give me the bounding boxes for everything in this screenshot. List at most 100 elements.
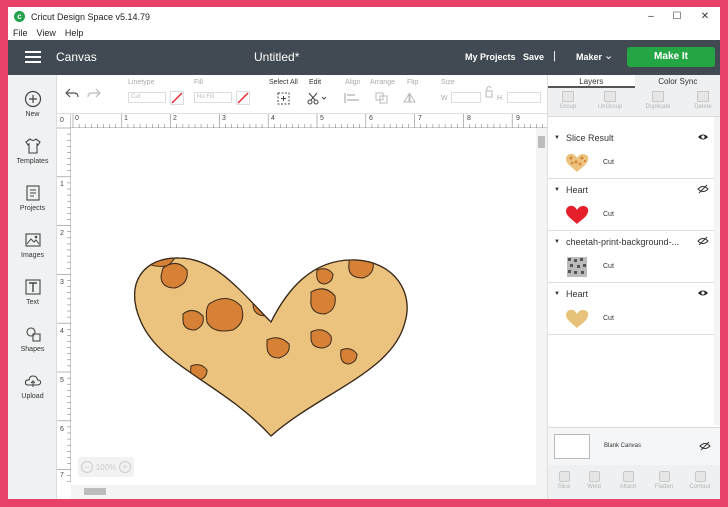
layer-row[interactable]: ▼ Heart Cut [548,179,714,231]
expand-triangle-icon[interactable]: ▼ [554,239,560,245]
scroll-thumb[interactable] [538,136,545,148]
layer-tools: Group UnGroup Duplicate Delete [548,88,720,117]
height-input[interactable] [507,92,541,103]
sidebar-item-projects[interactable]: Projects [8,183,57,212]
design-canvas[interactable] [71,128,547,482]
chevron-down-icon[interactable]: ⌄ [604,49,613,62]
slice-icon [558,471,570,482]
left-sidebar: New Templates Projects Images Text Shape… [8,75,57,499]
title-bar: c Cricut Design Space v5.14.79 – ☐ ✕ [8,7,720,26]
arrange-icon[interactable] [375,92,393,104]
select-all-icon[interactable] [277,92,290,105]
ruler-number: 4 [271,115,275,122]
width-input[interactable] [451,92,481,103]
tool-label: Flatten [654,484,674,490]
layer-operation[interactable]: Cut [603,211,614,218]
attach-button[interactable]: Attach [612,471,644,490]
sidebar-item-templates[interactable]: Templates [8,136,57,165]
sidebar-item-images[interactable]: Images [8,230,57,259]
layer-row[interactable]: ▼ cheetah-print-background-... Cut [548,231,714,283]
sidebar-item-upload[interactable]: Upload [8,371,57,400]
expand-triangle-icon[interactable]: ▼ [554,291,560,297]
tab-color-sync[interactable]: Color Sync [634,75,720,88]
hidden-eye-icon[interactable] [699,441,711,451]
section-title: Canvas [56,50,97,64]
horizontal-scrollbar[interactable] [71,485,547,499]
menu-help[interactable]: Help [65,28,84,38]
redo-icon[interactable] [87,87,101,99]
leopard-heart-design[interactable] [71,128,547,482]
projects-icon [23,183,43,203]
sidebar-label: Templates [16,158,49,165]
sidebar-label: Images [21,252,44,259]
vertical-scrollbar[interactable] [536,128,547,485]
machine-selector[interactable]: Maker [576,52,602,62]
duplicate-button[interactable]: Duplicate [643,91,673,110]
fill-select[interactable]: No Fill [194,92,232,103]
contour-button[interactable]: Contour [684,471,716,490]
layer-operation[interactable]: Cut [603,315,614,322]
flip-icon[interactable] [403,92,421,104]
layer-row[interactable]: ▼ Heart Cut [548,283,714,335]
menu-file[interactable]: File [13,28,28,38]
sidebar-label: New [25,111,40,118]
visible-eye-icon[interactable] [697,288,709,298]
edit-scissors-icon[interactable] [307,92,327,105]
panel-tabs: Layers Color Sync [548,75,720,88]
arrange-label: Arrange [370,79,395,86]
flatten-button[interactable]: Flatten [648,471,680,490]
layer-thumbnail [567,257,587,277]
layer-name: Slice Result [566,133,614,143]
hidden-eye-icon[interactable] [697,236,709,246]
menu-view[interactable]: View [37,28,56,38]
visible-eye-icon[interactable] [697,132,709,142]
sidebar-item-shapes[interactable]: Shapes [8,324,57,353]
tab-layers[interactable]: Layers [548,75,635,88]
blank-canvas-row[interactable]: Blank Canvas [548,427,720,465]
ruler-number: 8 [467,115,471,122]
shirt-icon [23,136,43,156]
ruler-horizontal: 0 1 2 3 4 5 6 7 8 9 [71,114,547,128]
save-button[interactable]: Save [523,52,544,62]
my-projects-link[interactable]: My Projects [465,52,516,62]
undo-icon[interactable] [65,87,79,99]
hidden-eye-icon[interactable] [697,184,709,194]
layer-operation[interactable]: Cut [603,159,614,166]
hamburger-menu-icon[interactable] [25,51,41,63]
scroll-thumb[interactable] [84,488,106,495]
group-button[interactable]: Group [553,91,583,110]
sidebar-label: Text [26,299,39,306]
zoom-out-button[interactable]: − [81,461,93,473]
header-separator: | [553,50,556,62]
align-icon[interactable] [344,92,362,104]
close-button[interactable]: ✕ [692,7,718,26]
layer-name: Heart [566,289,589,299]
sidebar-item-text[interactable]: Text [8,277,57,306]
layer-thumbnail [566,309,589,328]
group-icon [562,91,574,102]
fill-color-icon[interactable] [236,91,250,105]
ungroup-button[interactable]: UnGroup [595,91,625,110]
expand-triangle-icon[interactable]: ▼ [554,135,560,141]
make-it-button[interactable]: Make It [627,47,715,67]
contour-icon [694,471,706,482]
linetype-select[interactable]: Cut [128,92,166,103]
minimize-button[interactable]: – [638,7,664,26]
panel-scrollbar[interactable] [714,117,720,425]
linetype-color-icon[interactable] [170,91,184,105]
image-icon [23,230,43,250]
layer-operation[interactable]: Cut [603,263,614,270]
sidebar-item-new[interactable]: New [8,89,57,118]
weld-button[interactable]: Weld [578,471,610,490]
tool-label: Weld [587,484,601,490]
maximize-button[interactable]: ☐ [664,7,690,26]
lock-icon[interactable] [485,85,493,99]
slice-button[interactable]: Slice [548,471,580,490]
trash-icon [697,91,709,102]
layer-name: Heart [566,185,589,195]
edit-label: Edit [309,79,322,86]
zoom-in-button[interactable]: + [119,461,131,473]
layer-row[interactable]: ▼ Slice Result Cut [548,127,714,179]
delete-button[interactable]: Delete [688,91,718,110]
expand-triangle-icon[interactable]: ▼ [554,187,560,193]
